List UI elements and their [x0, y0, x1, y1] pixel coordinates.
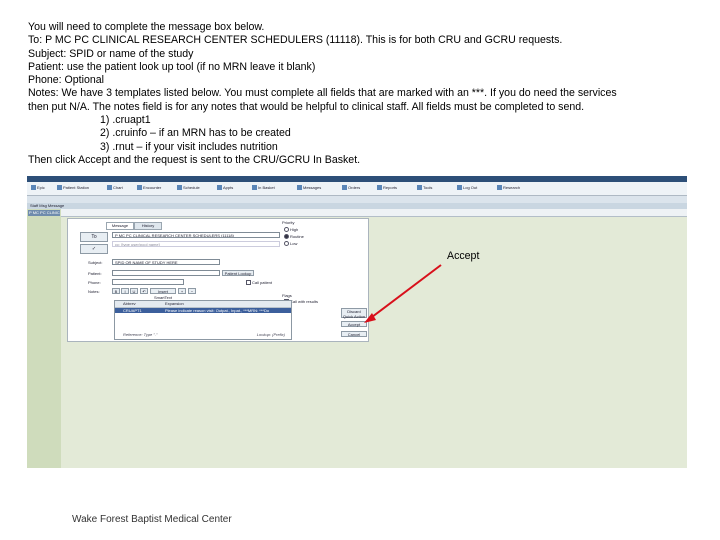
callout-arrow-icon	[364, 264, 442, 323]
footer-text: Wake Forest Baptist Medical Center	[72, 514, 232, 525]
